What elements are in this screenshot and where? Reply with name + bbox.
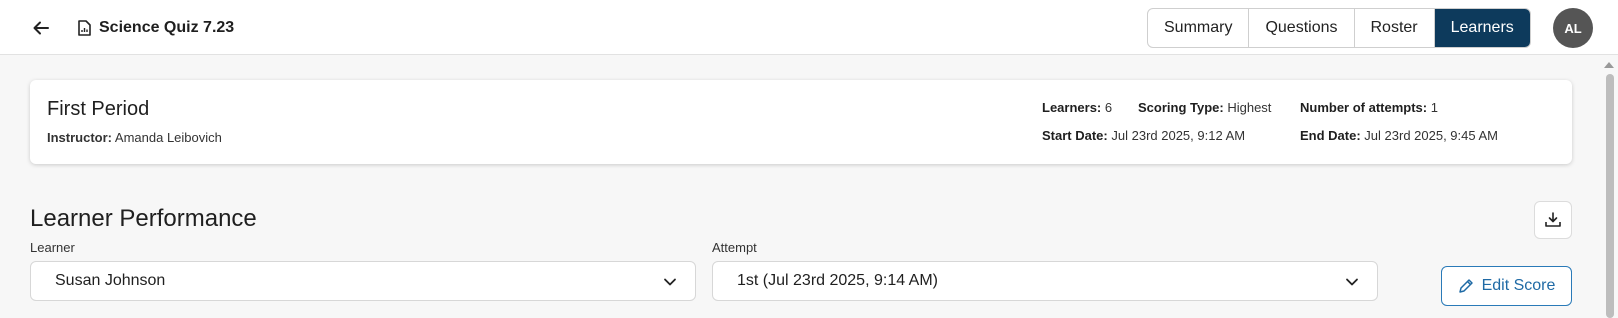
edit-score-label: Edit Score — [1481, 277, 1556, 294]
view-tabs: Summary Questions Roster Learners — [1147, 8, 1531, 48]
arrow-left-icon — [33, 21, 49, 35]
tab-learners[interactable]: Learners — [1434, 9, 1530, 47]
scoring-type: Scoring Type: Highest — [1138, 100, 1271, 115]
page-title: Science Quiz 7.23 — [99, 19, 235, 36]
top-bar: Science Quiz 7.23 Summary Questions Rost… — [0, 0, 1618, 55]
instructor-label: Instructor: — [47, 130, 112, 145]
scoring-label: Scoring Type: — [1138, 100, 1224, 115]
chevron-down-icon — [664, 278, 676, 286]
tab-roster[interactable]: Roster — [1355, 9, 1435, 47]
learners-label: Learners: — [1042, 100, 1102, 115]
tab-questions[interactable]: Questions — [1249, 9, 1355, 47]
attempts-value: 1 — [1430, 100, 1438, 115]
scoring-value: Highest — [1227, 100, 1272, 115]
scroll-up-arrow-icon[interactable] — [1604, 62, 1614, 68]
attempt-label: Attempt — [712, 240, 757, 255]
end-value: Jul 23rd 2025, 9:45 AM — [1364, 128, 1498, 143]
tab-summary[interactable]: Summary — [1148, 9, 1250, 47]
chevron-down-icon — [1346, 278, 1358, 286]
instructor-name: Amanda Leibovich — [114, 130, 222, 145]
class-info-card: First Period Instructor: Amanda Leibovic… — [30, 80, 1572, 164]
learner-label: Learner — [30, 240, 75, 255]
end-label: End Date: — [1300, 128, 1361, 143]
learner-select-value: Susan Johnson — [55, 272, 166, 289]
pencil-icon — [1458, 279, 1473, 293]
quiz-title-area: Science Quiz 7.23 — [78, 16, 234, 40]
start-date: Start Date: Jul 23rd 2025, 9:12 AM — [1042, 128, 1245, 143]
user-avatar[interactable]: AL — [1553, 8, 1593, 48]
start-label: Start Date: — [1042, 128, 1108, 143]
learners-value: 6 — [1104, 100, 1113, 115]
attempt-select-value: 1st (Jul 23rd 2025, 9:14 AM) — [737, 272, 938, 289]
learners-count: Learners: 6 — [1042, 100, 1112, 115]
attempt-select[interactable]: 1st (Jul 23rd 2025, 9:14 AM) — [712, 261, 1378, 301]
start-value: Jul 23rd 2025, 9:12 AM — [1111, 128, 1246, 143]
number-of-attempts: Number of attempts: 1 — [1300, 100, 1438, 115]
scrollbar-thumb[interactable] — [1606, 74, 1614, 318]
section-title: Learner Performance — [30, 205, 257, 232]
end-date: End Date: Jul 23rd 2025, 9:45 AM — [1300, 128, 1498, 143]
download-icon — [1545, 212, 1561, 227]
instructor-line: Instructor: Amanda Leibovich — [47, 130, 222, 145]
back-button[interactable] — [28, 15, 54, 41]
download-button[interactable] — [1534, 201, 1572, 239]
learner-select[interactable]: Susan Johnson — [30, 261, 696, 301]
edit-score-button[interactable]: Edit Score — [1441, 266, 1572, 306]
attempts-label: Number of attempts: — [1300, 100, 1428, 115]
class-name: First Period — [47, 98, 150, 120]
document-chart-icon — [78, 20, 91, 36]
